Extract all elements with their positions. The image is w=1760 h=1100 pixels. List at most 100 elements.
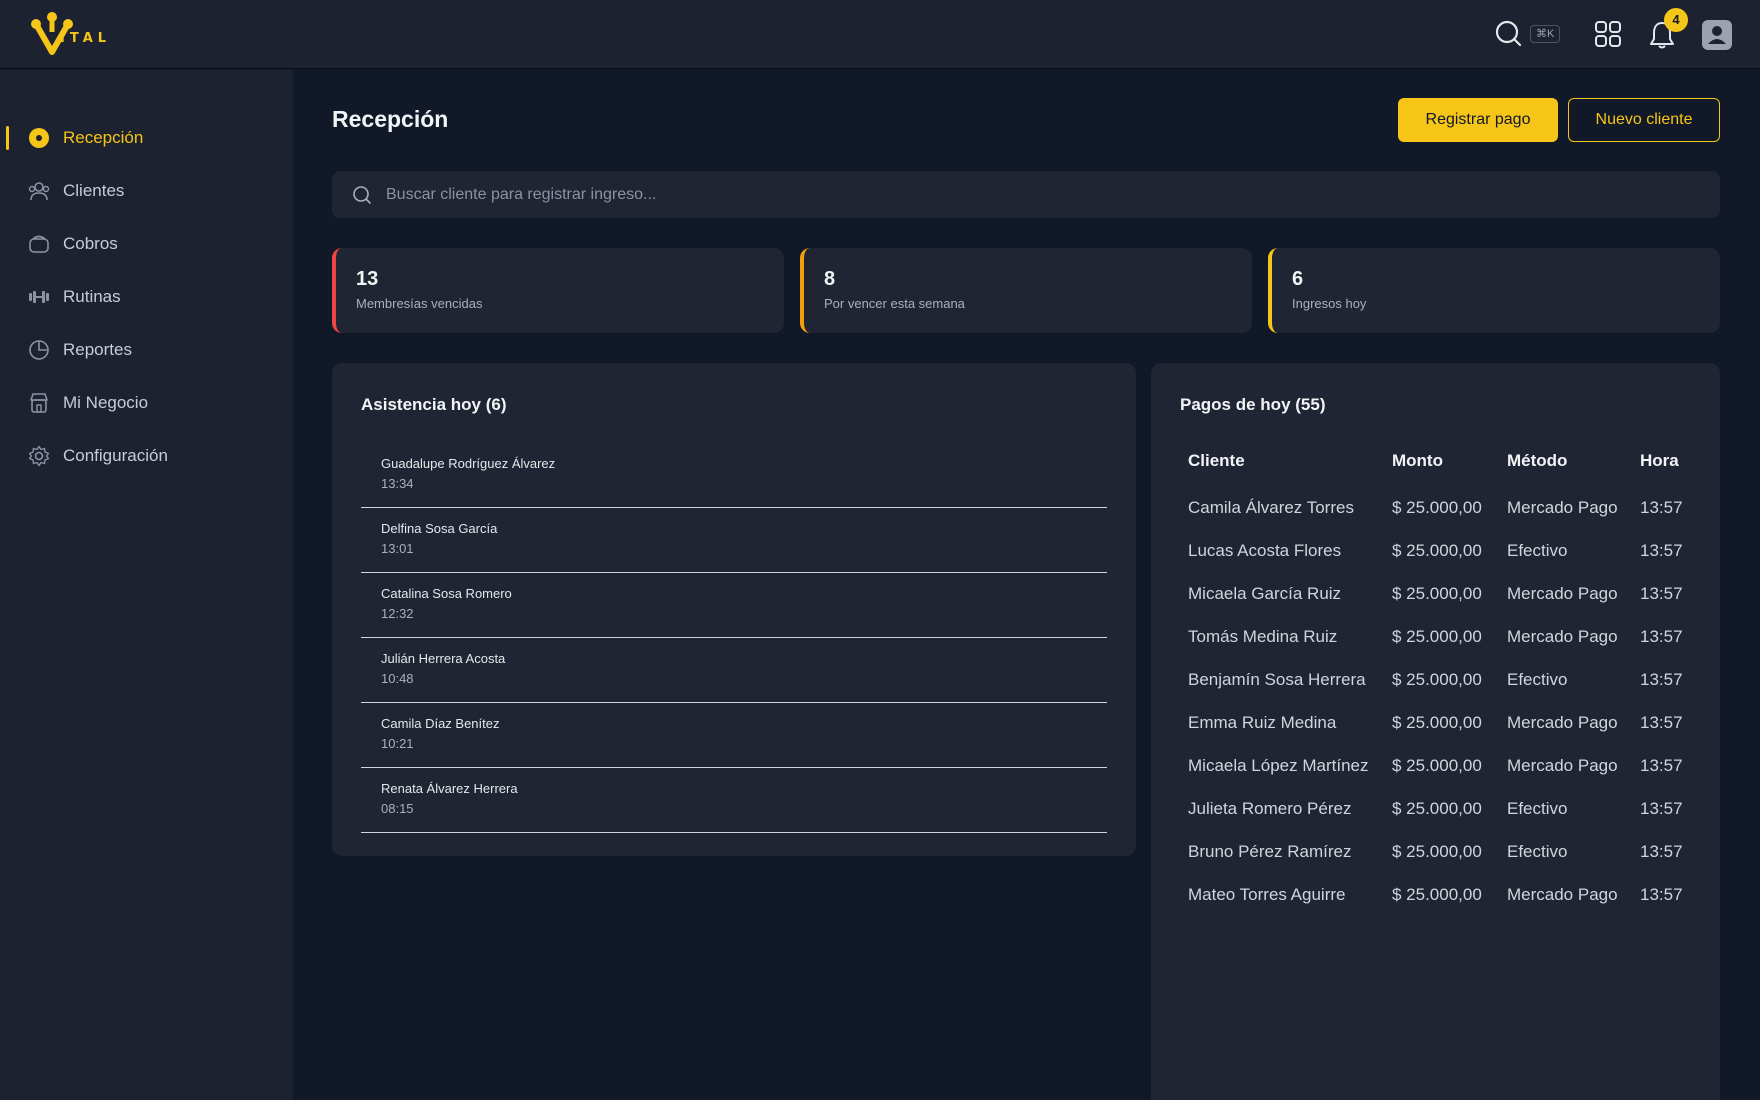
table-cell-client: Micaela López Martínez <box>1188 756 1369 775</box>
client-search-input[interactable] <box>386 179 1686 210</box>
row-spacer-cell <box>1180 780 1714 794</box>
table-row[interactable]: Micaela López Martínez $ 25.000,00 Mercado… <box>1180 751 1714 780</box>
table-row[interactable]: Lucas Acosta Flores $ 25.000,00 Efectivo 13… <box>1180 536 1714 565</box>
sidebar-item-mi-negocio[interactable]: Mi Negocio <box>0 381 293 425</box>
avatar[interactable] <box>1702 20 1732 50</box>
attendance-card: Asistencia hoy (6) Guadalupe Rodríguez Á… <box>332 363 1136 856</box>
stat-card-expiring[interactable]: 8 Por vencer esta semana <box>800 248 1252 333</box>
table-row[interactable]: Micaela García Ruiz $ 25.000,00 Mercado Pa… <box>1180 579 1714 608</box>
row-spacer-cell <box>1180 823 1714 837</box>
table-cell-method: Efectivo <box>1507 670 1568 689</box>
table-cell-method: Efectivo <box>1507 541 1568 560</box>
table-header-row: Cliente Monto Método Hora <box>1180 443 1714 479</box>
sidebar-item-label: Configuración <box>63 446 168 465</box>
sidebar-item-label: Clientes <box>63 181 125 200</box>
table-cell-time: 13:57 <box>1640 756 1683 775</box>
sidebar-item-label: Recepción <box>63 128 144 147</box>
wallet-icon <box>29 235 49 253</box>
table-cell-method: Efectivo <box>1507 842 1568 861</box>
attendee-name: Delfina Sosa García <box>381 521 498 536</box>
register-payment-button[interactable]: Registrar pago <box>1398 98 1558 142</box>
sidebar-item-recepcion[interactable]: Recepción <box>0 116 293 160</box>
list-item[interactable]: Renata Álvarez Herrera 08:15 <box>361 768 1107 833</box>
row-spacer <box>1180 565 1714 579</box>
users-icon <box>28 182 50 201</box>
row-spacer <box>1180 651 1714 665</box>
stat-label: Ingresos hoy <box>1292 296 1367 311</box>
sidebar: Recepción Clientes Cobros Rutinas Report… <box>0 70 293 1100</box>
row-spacer-cell <box>1180 694 1714 708</box>
list-item[interactable]: Julián Herrera Acosta 10:48 <box>361 638 1107 703</box>
stat-label: Membresías vencidas <box>356 296 483 311</box>
column-header-method: Método <box>1507 451 1568 470</box>
table-cell-time: 13:57 <box>1640 799 1683 818</box>
attendee-time: 13:34 <box>381 476 414 491</box>
search-icon[interactable] <box>1494 19 1524 49</box>
table-cell-client: Mateo Torres Aguirre <box>1188 885 1346 904</box>
pie-chart-icon <box>29 340 49 360</box>
search-icon <box>353 186 371 204</box>
row-spacer-cell <box>1180 651 1714 665</box>
table-cell-time: 13:57 <box>1640 498 1683 517</box>
sidebar-item-rutinas[interactable]: Rutinas <box>0 275 293 319</box>
user-icon <box>1708 26 1726 44</box>
table-row[interactable]: Benjamín Sosa Herrera $ 25.000,00 Efectivo… <box>1180 665 1714 694</box>
table-row[interactable]: Tomás Medina Ruiz $ 25.000,00 Mercado Pago… <box>1180 622 1714 651</box>
list-item[interactable]: Catalina Sosa Romero 12:32 <box>361 573 1107 638</box>
row-spacer <box>1180 866 1714 880</box>
table-cell-time: 13:57 <box>1640 627 1683 646</box>
table-cell-time: 13:57 <box>1640 713 1683 732</box>
table-row[interactable]: Mateo Torres Aguirre $ 25.000,00 Mercado P… <box>1180 880 1714 909</box>
sidebar-item-label: Mi Negocio <box>63 393 149 412</box>
table-cell-method: Mercado Pago <box>1507 885 1618 904</box>
shortcut-hint: ⌘K <box>1530 25 1561 43</box>
table-cell-amount: $ 25.000,00 <box>1392 885 1482 904</box>
stat-card-checkins[interactable]: 6 Ingresos hoy <box>1268 248 1720 333</box>
reception-icon <box>29 128 49 148</box>
attendee-name: Catalina Sosa Romero <box>381 586 512 601</box>
sidebar-item-label: Rutinas <box>63 287 121 306</box>
table-cell-amount: $ 25.000,00 <box>1392 713 1482 732</box>
row-spacer-cell <box>1180 737 1714 751</box>
attendee-name: Julián Herrera Acosta <box>381 651 506 666</box>
new-client-button[interactable]: Nuevo cliente <box>1568 98 1720 142</box>
table-cell-client: Tomás Medina Ruiz <box>1188 627 1338 646</box>
table-cell-method: Mercado Pago <box>1507 627 1618 646</box>
sidebar-item-clientes[interactable]: Clientes <box>0 169 293 213</box>
sidebar-item-reportes[interactable]: Reportes <box>0 328 293 372</box>
sidebar-item-configuracion[interactable]: Configuración <box>0 434 293 478</box>
table-row[interactable]: Camila Álvarez Torres $ 25.000,00 Mercado … <box>1180 493 1714 522</box>
table-cell-client: Bruno Pérez Ramírez <box>1188 842 1352 861</box>
table-cell-amount: $ 25.000,00 <box>1392 799 1482 818</box>
list-item[interactable]: Camila Díaz Benítez 10:21 <box>361 703 1107 768</box>
table-cell-method: Mercado Pago <box>1507 498 1618 517</box>
row-spacer-cell <box>1180 866 1714 880</box>
sidebar-item-label: Cobros <box>63 234 118 253</box>
column-header-time: Hora <box>1640 451 1679 470</box>
table-cell-time: 13:57 <box>1640 885 1683 904</box>
attendee-time: 08:15 <box>381 801 414 816</box>
row-spacer <box>1180 522 1714 536</box>
gear-icon <box>28 445 50 467</box>
payments-table: Cliente Monto Método Hora Camila Álvarez… <box>1180 443 1714 909</box>
table-cell-time: 13:57 <box>1640 541 1683 560</box>
row-spacer <box>1180 823 1714 837</box>
table-row[interactable]: Julieta Romero Pérez $ 25.000,00 Efectivo 1… <box>1180 794 1714 823</box>
table-cell-amount: $ 25.000,00 <box>1392 756 1482 775</box>
table-row[interactable]: Emma Ruiz Medina $ 25.000,00 Mercado Pago 1… <box>1180 708 1714 737</box>
list-item[interactable]: Delfina Sosa García 13:01 <box>361 508 1107 573</box>
logo-text: ITAL <box>60 31 112 46</box>
table-row[interactable]: Bruno Pérez Ramírez $ 25.000,00 Efectivo 13… <box>1180 837 1714 866</box>
stat-card-expired[interactable]: 13 Membresías vencidas <box>332 248 784 333</box>
sidebar-item-cobros[interactable]: Cobros <box>0 222 293 266</box>
grid-icon[interactable] <box>1594 20 1622 48</box>
list-item[interactable]: Guadalupe Rodríguez Álvarez 13:34 <box>361 443 1107 508</box>
table-cell-amount: $ 25.000,00 <box>1392 541 1482 560</box>
sidebar-item-label: Reportes <box>63 340 132 359</box>
column-header-amount: Monto <box>1392 451 1443 470</box>
page-title: Recepción <box>332 106 449 132</box>
stat-value: 6 <box>1292 268 1304 290</box>
table-cell-method: Efectivo <box>1507 799 1568 818</box>
table-cell-method: Mercado Pago <box>1507 584 1618 603</box>
table-cell-amount: $ 25.000,00 <box>1392 584 1482 603</box>
